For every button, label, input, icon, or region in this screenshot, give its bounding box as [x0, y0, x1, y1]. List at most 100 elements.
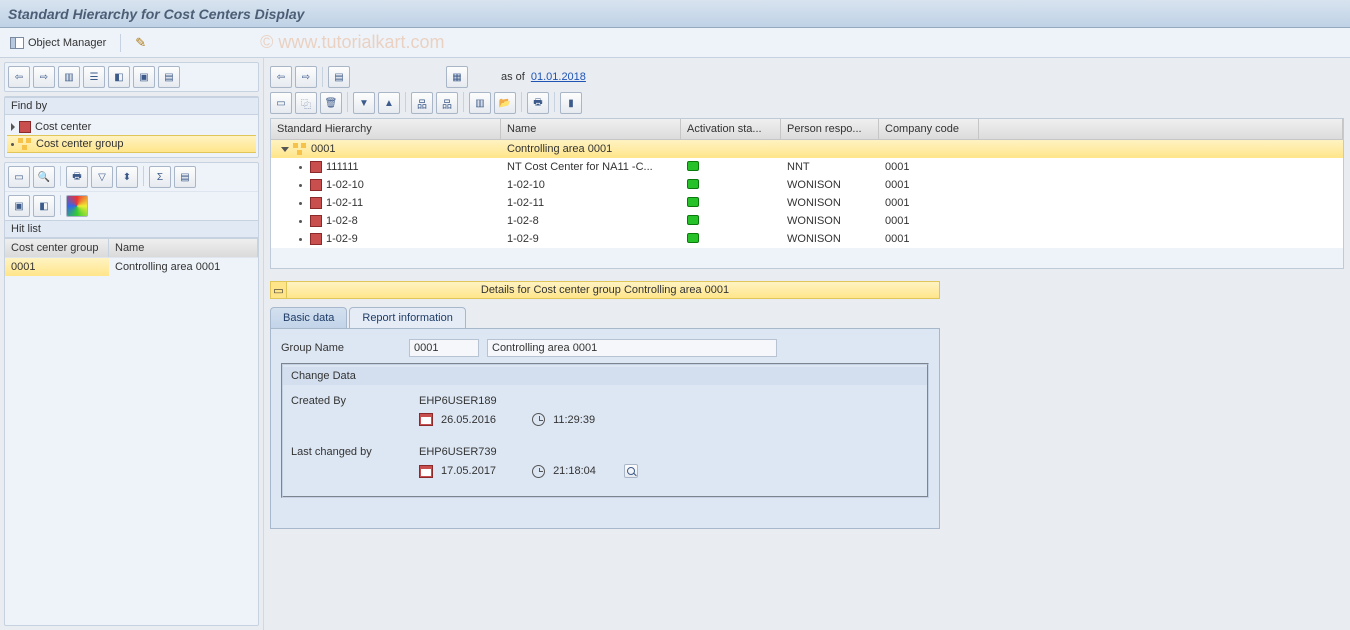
- cell-hierarchy: 1-02-11: [271, 196, 501, 210]
- tree-item-label: Cost center: [35, 121, 91, 133]
- clock-icon: [532, 413, 545, 426]
- cell-person: WONISON: [781, 196, 879, 210]
- bullet-icon: [299, 238, 302, 241]
- col-person[interactable]: Person respo...: [781, 119, 879, 139]
- edit-wand-button[interactable]: ✎: [131, 33, 150, 53]
- cell-activation: [681, 196, 781, 211]
- cell-company: 0001: [879, 232, 979, 246]
- nav-back-icon[interactable]: ⇦: [8, 66, 30, 88]
- hitlist-cell-group: 0001: [5, 258, 109, 276]
- group-desc-field[interactable]: Controlling area 0001: [487, 339, 777, 357]
- cost-center-icon: [310, 161, 322, 173]
- toolbar-separator: [120, 34, 121, 52]
- cell-name: 1-02-9: [501, 232, 681, 246]
- hl-color-icon[interactable]: [66, 195, 88, 217]
- tab-basic-data[interactable]: Basic data: [270, 307, 347, 328]
- left-nav-toolbar: ⇦ ⇨ ▥ ☰ ◧ ▣ ▤: [4, 62, 259, 92]
- act-hier-icon[interactable]: 品: [411, 92, 433, 114]
- status-active-icon: [687, 197, 699, 207]
- act-chart-icon[interactable]: ▮: [560, 92, 582, 114]
- act-open-icon[interactable]: 📂: [494, 92, 516, 114]
- hl-sum-icon[interactable]: Σ: [149, 166, 171, 188]
- calendar-icon: [419, 465, 433, 478]
- col-name[interactable]: Name: [501, 119, 681, 139]
- act-create-icon[interactable]: ▭: [270, 92, 292, 114]
- hier-code: 0001: [311, 143, 335, 155]
- tree-item-label: Cost center group: [36, 138, 123, 150]
- hl-collapse-icon[interactable]: ◧: [33, 195, 55, 217]
- hier-code: 111111: [326, 161, 359, 173]
- hl-print-icon[interactable]: 🖶: [66, 166, 88, 188]
- tree-item-cost-center-group[interactable]: Cost center group: [7, 135, 256, 153]
- hierarchy-grid: Standard Hierarchy Name Activation sta..…: [270, 118, 1344, 269]
- nav-history-icon[interactable]: ▥: [58, 66, 80, 88]
- find-by-panel: Find by Cost center Cost center group: [4, 96, 259, 158]
- lastchg-time: 21:18:04: [553, 465, 596, 477]
- cell-hierarchy: 1-02-9: [271, 232, 501, 246]
- col-group[interactable]: Cost center group: [5, 239, 109, 257]
- grid-row[interactable]: 0001Controlling area 0001: [271, 140, 1343, 158]
- r-nav-select-icon[interactable]: ▦: [446, 66, 468, 88]
- bullet-icon: [299, 220, 302, 223]
- change-data-group: Change Data Created By EHP6USER189 26.05…: [281, 363, 929, 498]
- details-collapse-icon[interactable]: ▭: [271, 282, 287, 298]
- hl-filter-icon[interactable]: ▽: [91, 166, 113, 188]
- cell-hierarchy: 0001: [271, 142, 501, 156]
- hl-expand-icon[interactable]: ▣: [8, 195, 30, 217]
- col-activation[interactable]: Activation sta...: [681, 119, 781, 139]
- cell-company: 0001: [879, 178, 979, 192]
- act-copy-icon[interactable]: ⿻: [295, 92, 317, 114]
- group-code-field[interactable]: 0001: [409, 339, 479, 357]
- grid-row[interactable]: 1-02-111-02-11WONISON0001: [271, 194, 1343, 212]
- right-nav-toolbar: ⇦ ⇨ ▤ ▦ as of 01.01.2018: [270, 64, 1344, 90]
- hl-display-icon[interactable]: ▭: [8, 166, 30, 188]
- created-time: 11:29:39: [553, 414, 595, 426]
- col-hierarchy[interactable]: Standard Hierarchy: [271, 119, 501, 139]
- sep: [463, 92, 464, 112]
- chevron-down-icon: [281, 147, 289, 152]
- tab-report-info[interactable]: Report information: [349, 307, 466, 328]
- r-nav-detail-icon[interactable]: ▤: [328, 66, 350, 88]
- act-up-icon[interactable]: ▲: [378, 92, 400, 114]
- cost-center-icon: [310, 233, 322, 245]
- nav-worklist-icon[interactable]: ◧: [108, 66, 130, 88]
- grid-row[interactable]: 1-02-101-02-10WONISON0001: [271, 176, 1343, 194]
- cell-name: 1-02-10: [501, 178, 681, 192]
- r-nav-fwd-icon[interactable]: ⇨: [295, 66, 317, 88]
- col-spacer: [979, 119, 1343, 139]
- asof-date[interactable]: 01.01.2018: [531, 71, 586, 83]
- nav-hide-icon[interactable]: ▤: [158, 66, 180, 88]
- grid-row[interactable]: 1-02-81-02-8WONISON0001: [271, 212, 1343, 230]
- status-active-icon: [687, 161, 699, 171]
- hitlist-row[interactable]: 0001 Controlling area 0001: [5, 257, 258, 276]
- act-print-icon[interactable]: 🖶: [527, 92, 549, 114]
- act-delete-icon[interactable]: 🗑: [320, 92, 342, 114]
- act-hier2-icon[interactable]: 品: [436, 92, 458, 114]
- hl-graph-icon[interactable]: ▤: [174, 166, 196, 188]
- grid-row[interactable]: 1-02-91-02-9WONISON0001: [271, 230, 1343, 248]
- sep: [60, 195, 61, 215]
- cell-hierarchy: 1-02-10: [271, 178, 501, 192]
- hl-sort-icon[interactable]: ⬍: [116, 166, 138, 188]
- hl-find-icon[interactable]: 🔍: [33, 166, 55, 188]
- act-down-icon[interactable]: ▼: [353, 92, 375, 114]
- nav-collapse-icon[interactable]: ▣: [133, 66, 155, 88]
- group-name-label: Group Name: [281, 342, 401, 354]
- act-assign-icon[interactable]: ▥: [469, 92, 491, 114]
- calendar-icon: [419, 413, 433, 426]
- object-manager-button[interactable]: Object Manager: [6, 35, 110, 51]
- search-icon[interactable]: [624, 464, 638, 478]
- cell-name: 1-02-8: [501, 214, 681, 228]
- lastchg-date: 17.05.2017: [441, 465, 496, 477]
- col-name[interactable]: Name: [109, 239, 258, 257]
- change-data-label: Change Data: [283, 367, 927, 385]
- r-nav-back-icon[interactable]: ⇦: [270, 66, 292, 88]
- app-toolbar: Object Manager ✎ © www.tutorialkart.com: [0, 28, 1350, 58]
- cell-person: [781, 148, 879, 150]
- grid-row[interactable]: 111111NT Cost Center for NA11 -C...NNT00…: [271, 158, 1343, 176]
- col-company[interactable]: Company code: [879, 119, 979, 139]
- nav-forward-icon[interactable]: ⇨: [33, 66, 55, 88]
- tree-item-cost-center[interactable]: Cost center: [7, 119, 256, 135]
- nav-list-icon[interactable]: ☰: [83, 66, 105, 88]
- cost-center-group-icon: [18, 138, 32, 150]
